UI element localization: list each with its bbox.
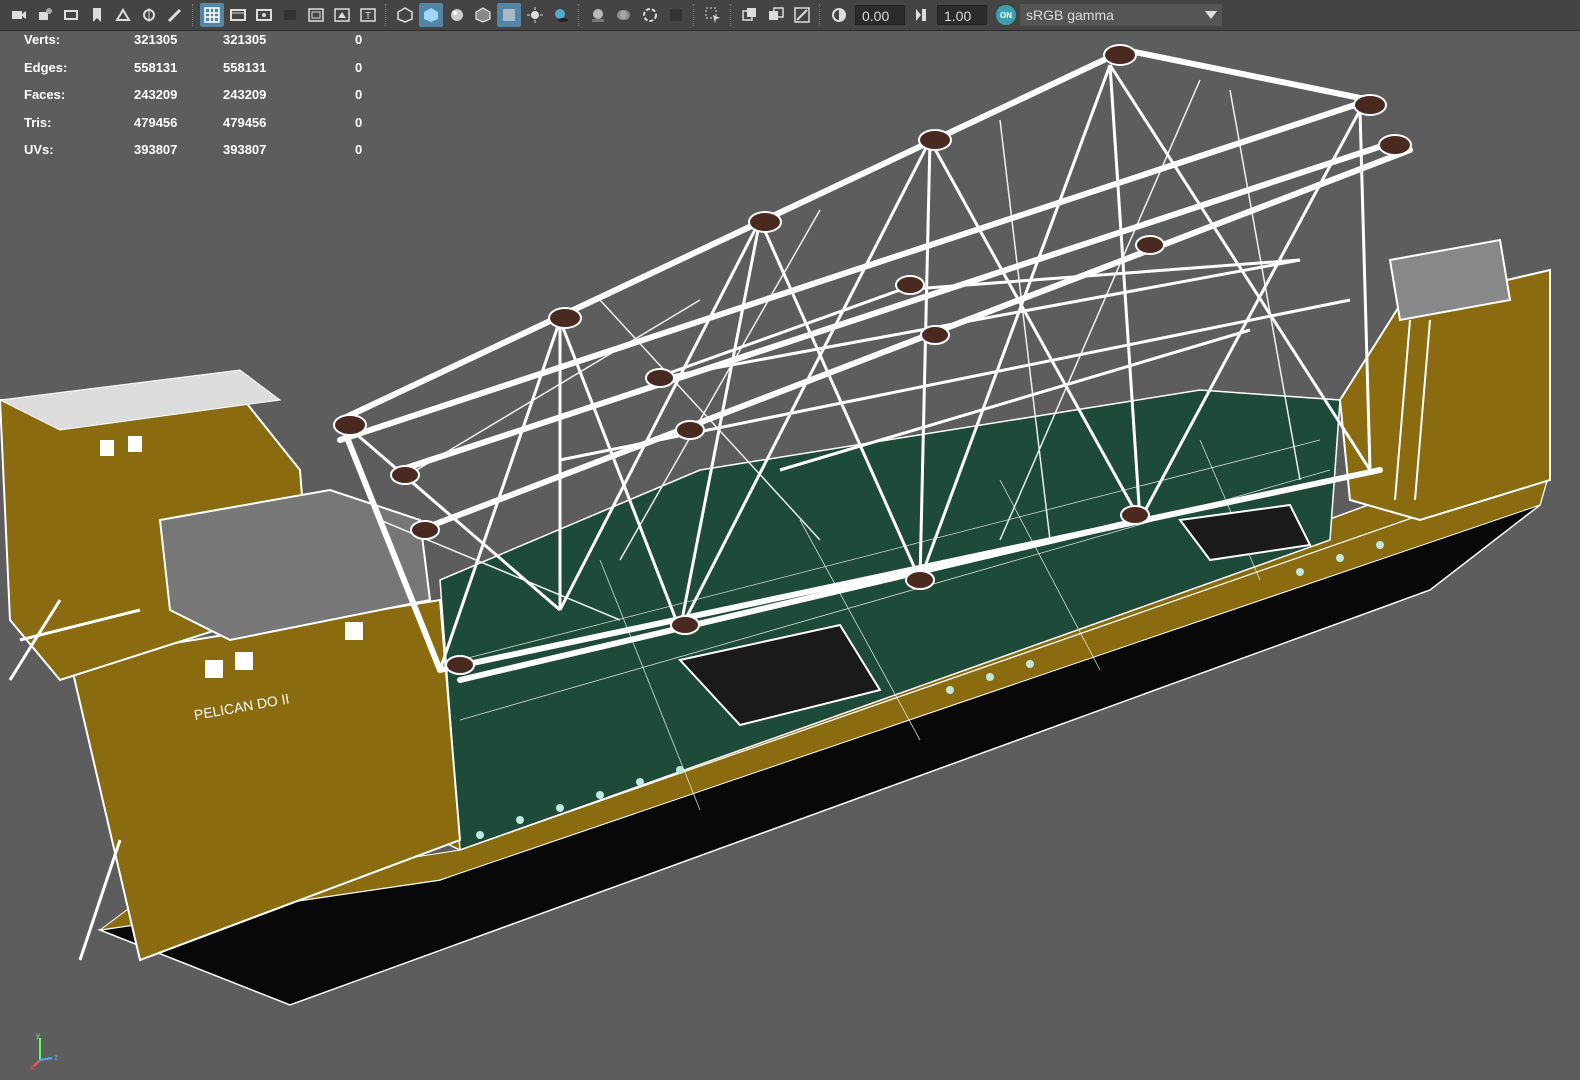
safe-title-icon[interactable]: T (356, 3, 380, 27)
ship-model-render: PELICAN DO II (0, 44, 1552, 1006)
hud-row-verts: Verts: 321305 321305 0 (22, 32, 382, 60)
exposure-icon[interactable] (827, 3, 851, 27)
hud-value: 321305 (134, 32, 178, 47)
hud-value: 243209 (134, 87, 178, 103)
hud-value: 558131 (134, 59, 178, 75)
hud-row-faces: Faces: 243209 243209 0 (22, 87, 382, 115)
hud-value: 479456 (134, 114, 178, 130)
hud-row-uvs: UVs: 393807 393807 0 (22, 142, 382, 170)
hud-value: 393807 (134, 142, 178, 158)
poly-count-hud: Verts: 321305 321305 0 Edges: 558131 558… (22, 32, 382, 170)
hud-value: 243209 (223, 87, 267, 103)
motion-blur-icon[interactable] (612, 3, 636, 27)
ambient-occlusion-icon[interactable] (586, 3, 610, 27)
shadows-icon[interactable] (549, 3, 573, 27)
toolbar-separator (819, 4, 822, 26)
axis-z-label: z (54, 1053, 58, 1062)
gate-mask-icon[interactable] (278, 3, 302, 27)
hud-value: 0 (355, 59, 363, 75)
camera-icon[interactable] (7, 3, 31, 27)
gamma-field[interactable]: 1.00 (937, 5, 987, 25)
hud-value: 0 (355, 87, 363, 103)
hud-label: Tris: (24, 114, 52, 130)
bookmark-icon[interactable] (85, 3, 109, 27)
hud-value: 0 (355, 114, 363, 130)
exposure-field[interactable]: 0.00 (855, 5, 905, 25)
depth-of-field-icon[interactable] (664, 3, 688, 27)
anti-aliasing-icon[interactable] (638, 3, 662, 27)
hud-label: Faces: (24, 87, 66, 103)
hud-label: Edges: (24, 59, 68, 75)
image-plane-icon[interactable] (111, 3, 135, 27)
hud-value: 558131 (223, 59, 267, 75)
xray-icon[interactable] (497, 3, 521, 27)
grid-icon[interactable] (200, 3, 224, 27)
wireframe-icon[interactable] (393, 3, 417, 27)
color-management-toggle[interactable]: ON (996, 5, 1016, 25)
axis-gizmo: y x z (30, 1031, 58, 1070)
2d-pan-zoom-icon[interactable] (137, 3, 161, 27)
viewport-toolbar: T 0.00 1.00 ON sRGB gamma (0, 0, 1580, 31)
backface-icon[interactable] (790, 3, 814, 27)
lighting-icon[interactable] (523, 3, 547, 27)
toolbar-separator (730, 4, 733, 26)
toolbar-separator (578, 4, 581, 26)
gamma-icon[interactable] (909, 3, 933, 27)
hud-value: 479456 (223, 114, 267, 130)
hud-value: 0 (355, 32, 363, 47)
toolbar-separator (693, 4, 696, 26)
resolution-gate-icon[interactable] (252, 3, 276, 27)
hud-row-edges: Edges: 558131 558131 0 (22, 60, 382, 88)
safe-action-icon[interactable] (330, 3, 354, 27)
hud-label: UVs: (24, 142, 54, 158)
hud-value: 393807 (223, 142, 267, 158)
default-material-icon[interactable] (445, 3, 469, 27)
chevron-down-icon[interactable] (1200, 4, 1222, 26)
wireframe-on-shaded-icon[interactable] (471, 3, 495, 27)
camera-sequencer-icon[interactable] (59, 3, 83, 27)
hud-value: 321305 (223, 32, 267, 47)
grease-pencil-icon[interactable] (163, 3, 187, 27)
hud-value: 0 (355, 142, 363, 158)
axis-y-label: y (36, 1031, 40, 1040)
axis-x-label: x (30, 1063, 34, 1070)
isolate-select-icon[interactable] (701, 3, 725, 27)
toolbar-separator (385, 4, 388, 26)
xray-joints-icon[interactable] (738, 3, 762, 27)
3d-viewport[interactable]: PELICAN DO II Verts: 321305 321305 0 Edg… (0, 31, 1580, 1080)
view-transform-select[interactable]: sRGB gamma (1020, 4, 1200, 26)
toolbar-separator (192, 4, 195, 26)
film-gate-icon[interactable] (226, 3, 250, 27)
smooth-shade-icon[interactable] (419, 3, 443, 27)
hud-label: Verts: (24, 32, 61, 47)
camera-attributes-icon[interactable] (33, 3, 57, 27)
svg-text:T: T (365, 11, 371, 22)
hud-row-tris: Tris: 479456 479456 0 (22, 115, 382, 143)
xray-active-icon[interactable] (764, 3, 788, 27)
field-chart-icon[interactable] (304, 3, 328, 27)
